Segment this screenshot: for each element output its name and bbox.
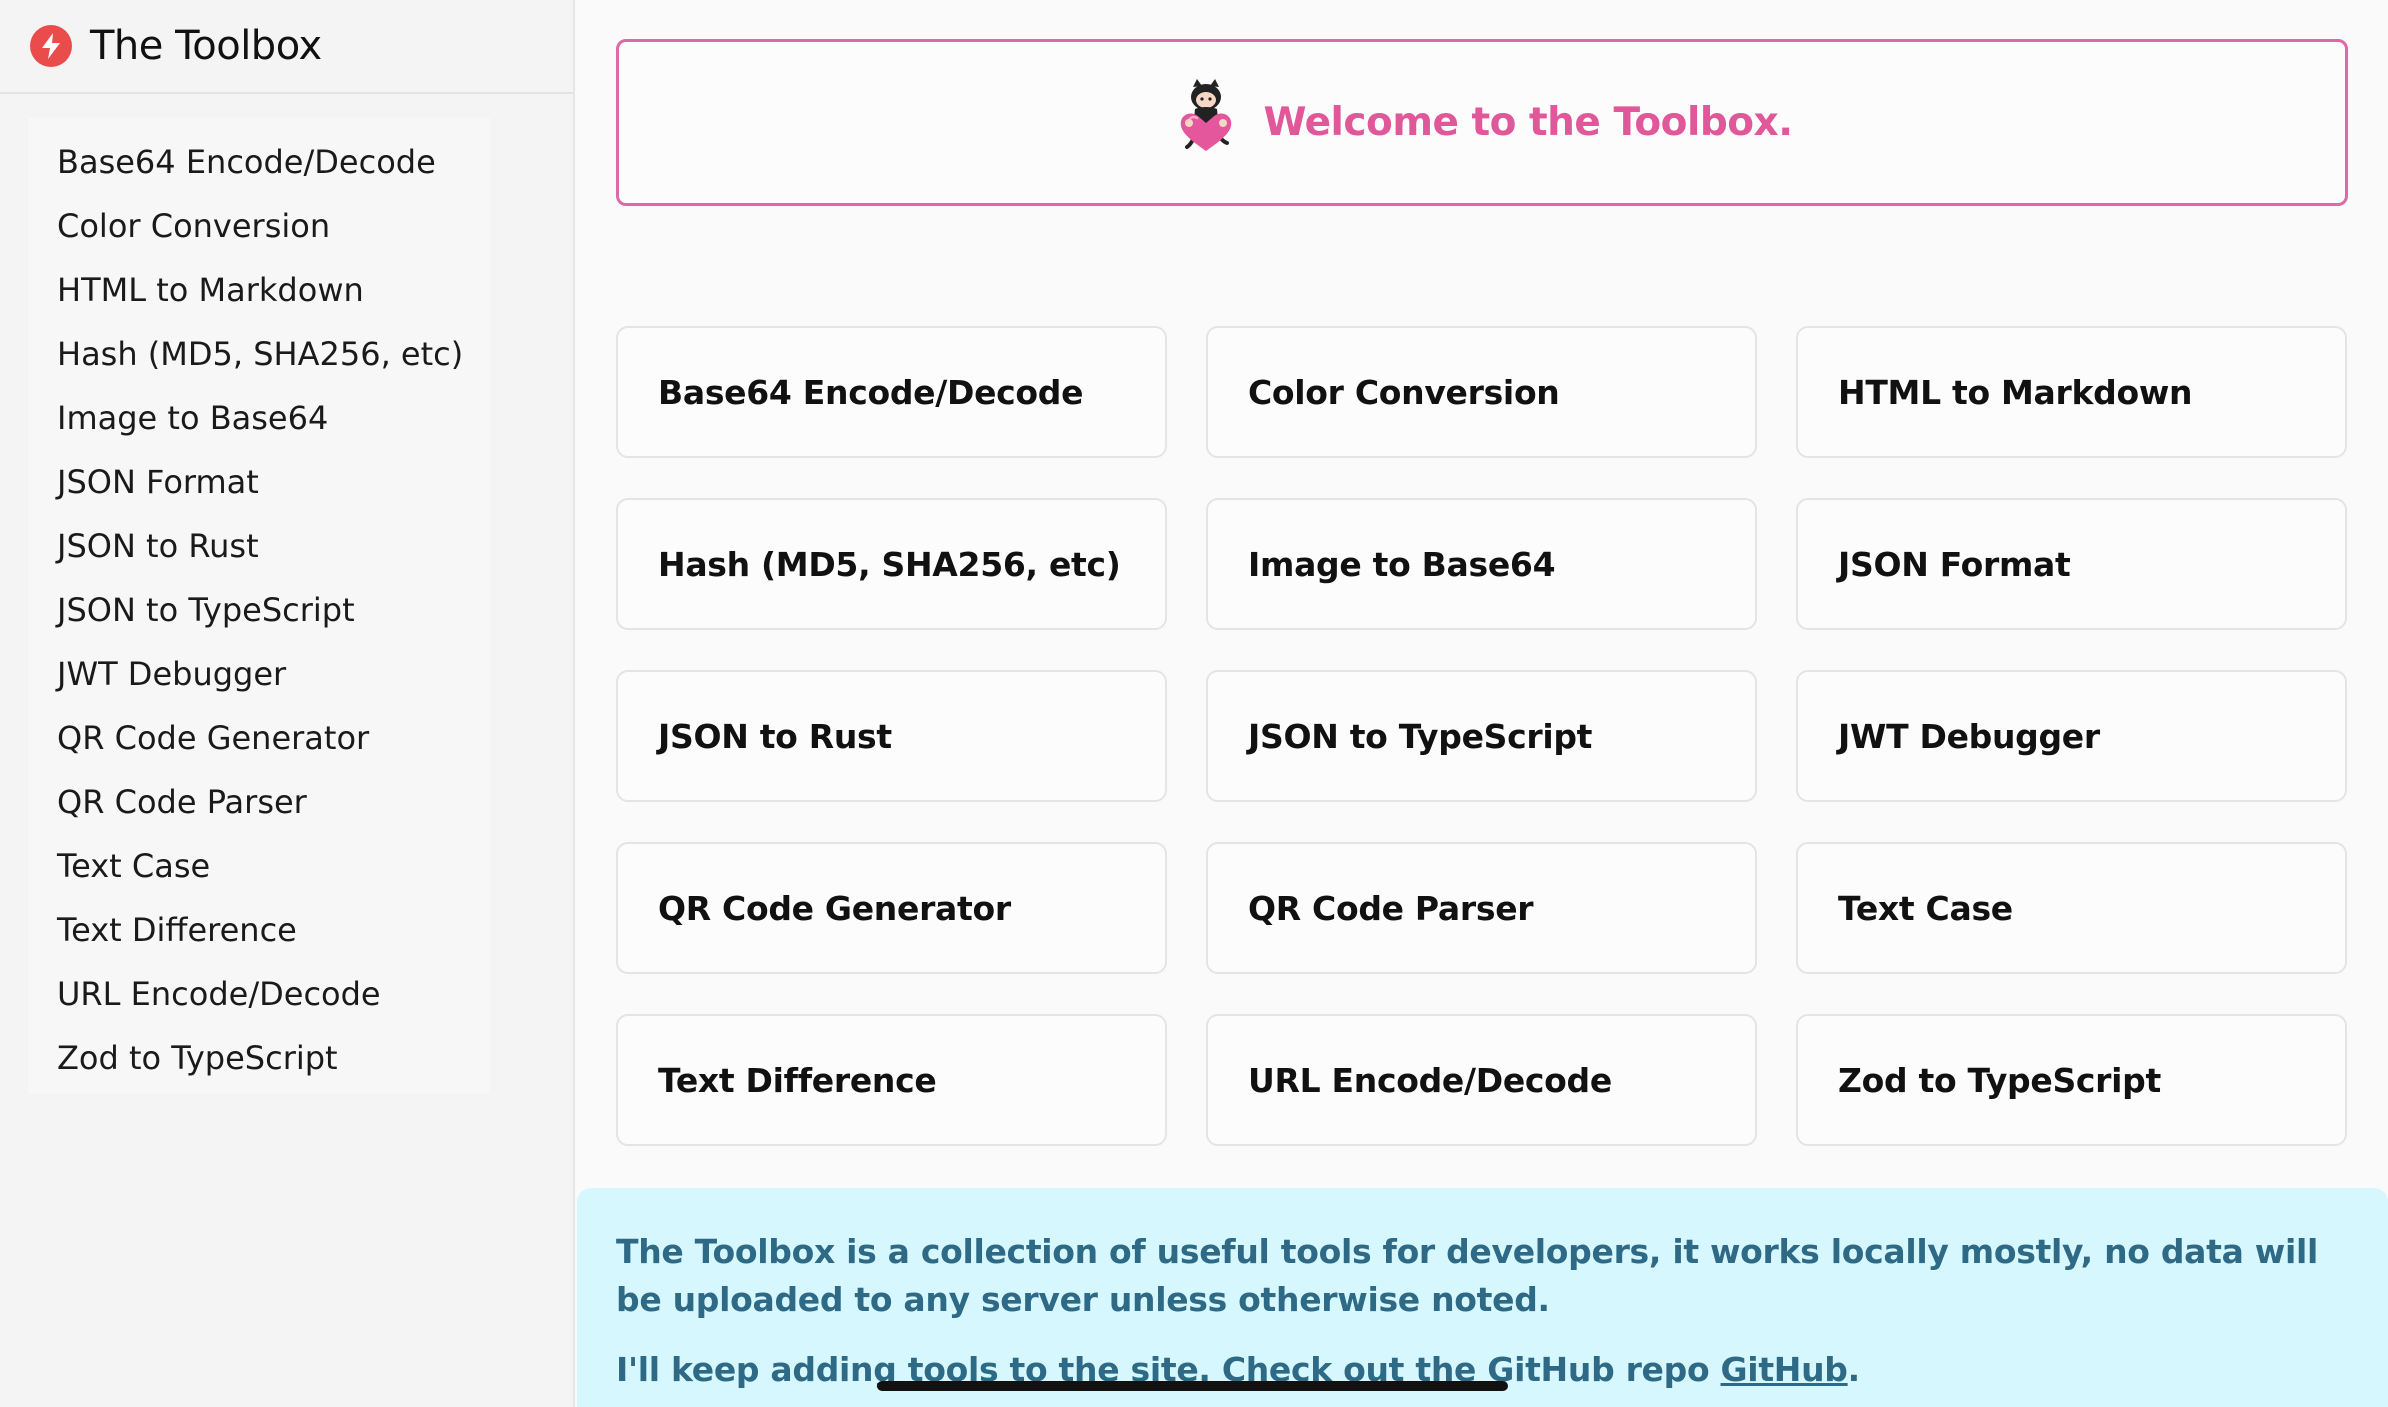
sidebar-item-qr-code-parser[interactable]: QR Code Parser <box>28 770 490 834</box>
info-panel: The Toolbox is a collection of useful to… <box>577 1188 2388 1407</box>
brand-header[interactable]: The Toolbox <box>0 0 573 94</box>
tool-card-json-to-typescript[interactable]: JSON to TypeScript <box>1206 670 1757 802</box>
sidebar-nav: Base64 Encode/Decode Color Conversion HT… <box>28 118 490 1094</box>
sidebar: The Toolbox Base64 Encode/Decode Color C… <box>0 0 575 1407</box>
info-more-suffix: . <box>1847 1350 1861 1389</box>
main-content: Welcome to the Toolbox. Base64 Encode/De… <box>577 0 2388 1407</box>
tool-card-html-to-markdown[interactable]: HTML to Markdown <box>1796 326 2347 458</box>
tool-card-image-to-base64[interactable]: Image to Base64 <box>1206 498 1757 630</box>
sidebar-item-color-conversion[interactable]: Color Conversion <box>28 194 490 258</box>
tool-card-color-conversion[interactable]: Color Conversion <box>1206 326 1757 458</box>
sidebar-item-image-to-base64[interactable]: Image to Base64 <box>28 386 490 450</box>
tool-card-url-encode[interactable]: URL Encode/Decode <box>1206 1014 1757 1146</box>
sidebar-item-text-case[interactable]: Text Case <box>28 834 490 898</box>
sidebar-item-json-to-typescript[interactable]: JSON to TypeScript <box>28 578 490 642</box>
app-title: The Toolbox <box>90 23 322 69</box>
github-link[interactable]: GitHub <box>1721 1350 1848 1389</box>
tool-card-json-to-rust[interactable]: JSON to Rust <box>616 670 1167 802</box>
sidebar-item-jwt-debugger[interactable]: JWT Debugger <box>28 642 490 706</box>
tool-card-hash[interactable]: Hash (MD5, SHA256, etc) <box>616 498 1167 630</box>
sidebar-item-json-to-rust[interactable]: JSON to Rust <box>28 514 490 578</box>
tool-card-json-format[interactable]: JSON Format <box>1796 498 2347 630</box>
tool-card-qr-code-generator[interactable]: QR Code Generator <box>616 842 1167 974</box>
tool-card-jwt-debugger[interactable]: JWT Debugger <box>1796 670 2347 802</box>
lightning-bolt-icon <box>30 25 72 67</box>
sidebar-item-text-difference[interactable]: Text Difference <box>28 898 490 962</box>
sidebar-item-zod-to-typescript[interactable]: Zod to TypeScript <box>28 1026 490 1090</box>
tool-card-qr-code-parser[interactable]: QR Code Parser <box>1206 842 1757 974</box>
tool-card-text-case[interactable]: Text Case <box>1796 842 2347 974</box>
home-indicator <box>877 1381 1508 1391</box>
tools-grid: Base64 Encode/Decode Color Conversion HT… <box>616 326 2348 1146</box>
welcome-title: Welcome to the Toolbox. <box>1263 100 1793 145</box>
tool-card-text-difference[interactable]: Text Difference <box>616 1014 1167 1146</box>
welcome-banner: Welcome to the Toolbox. <box>616 39 2348 206</box>
tool-card-base64[interactable]: Base64 Encode/Decode <box>616 326 1167 458</box>
sidebar-item-hash[interactable]: Hash (MD5, SHA256, etc) <box>28 322 490 386</box>
tool-card-zod-to-typescript[interactable]: Zod to TypeScript <box>1796 1014 2347 1146</box>
sidebar-item-base64[interactable]: Base64 Encode/Decode <box>28 130 490 194</box>
sidebar-item-url-encode[interactable]: URL Encode/Decode <box>28 962 490 1026</box>
sidebar-item-json-format[interactable]: JSON Format <box>28 450 490 514</box>
info-description: The Toolbox is a collection of useful to… <box>616 1232 2318 1319</box>
sidebar-item-qr-code-generator[interactable]: QR Code Generator <box>28 706 490 770</box>
octocat-heart-icon <box>1171 79 1263 162</box>
sidebar-item-html-to-markdown[interactable]: HTML to Markdown <box>28 258 490 322</box>
